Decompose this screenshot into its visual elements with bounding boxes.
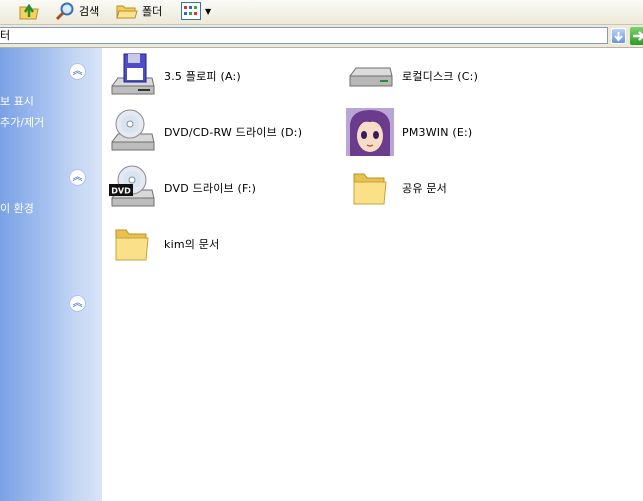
task-link-environment[interactable]: 이 환경 xyxy=(0,200,34,216)
folder-label: 공유 문서 xyxy=(402,182,447,195)
cd-drive-icon xyxy=(108,108,156,156)
folders-icon xyxy=(116,1,138,21)
views-icon xyxy=(181,2,201,20)
folder-icon xyxy=(108,220,156,268)
go-button[interactable] xyxy=(630,27,643,45)
folder-item-shared-documents[interactable]: 공유 문서 xyxy=(346,164,447,212)
folder-icon xyxy=(346,164,394,212)
collapse-button[interactable]: ︽ xyxy=(69,169,86,186)
anime-avatar-drive-icon xyxy=(346,108,394,156)
go-arrow-icon xyxy=(633,31,643,41)
folder-label: kim의 문서 xyxy=(164,238,220,251)
address-bar: 터 xyxy=(0,25,643,48)
double-chevron-up-icon: ︽ xyxy=(72,65,83,77)
up-folder-icon xyxy=(18,1,40,21)
chevron-down-icon: ▼ xyxy=(205,6,212,16)
double-chevron-up-icon: ︽ xyxy=(72,171,83,183)
views-button[interactable]: ▼ xyxy=(181,0,211,22)
collapse-button[interactable]: ︽ xyxy=(69,63,86,80)
drive-label: DVD 드라이브 (F:) xyxy=(164,182,257,195)
up-folder-button[interactable] xyxy=(18,0,40,22)
chevron-down-icon xyxy=(614,32,623,42)
search-label: 검색 xyxy=(79,5,100,18)
dvd-badge: DVD xyxy=(111,187,131,196)
dvd-drive-icon: DVD xyxy=(108,164,156,212)
address-input[interactable]: 터 xyxy=(0,27,608,44)
task-link-add-remove[interactable]: 추가/제거 xyxy=(0,114,44,130)
task-pane: ︽ 보 표시 추가/제거 ︽ 이 환경 ︽ xyxy=(0,48,102,501)
folders-label: 폴더 xyxy=(142,5,163,18)
folders-button[interactable]: 폴더 xyxy=(116,0,162,22)
drive-item-cd-rw[interactable]: DVD/CD-RW 드라이브 (D:) xyxy=(108,108,302,156)
folder-item-kim-documents[interactable]: kim의 문서 xyxy=(108,220,219,268)
drive-label: PM3WIN (E:) xyxy=(402,125,473,139)
drive-label: 로컬디스크 (C:) xyxy=(402,70,479,83)
drive-label: 3.5 플로피 (A:) xyxy=(164,70,241,83)
drive-item-pm3win[interactable]: PM3WIN (E:) xyxy=(346,108,472,156)
floppy-drive-icon xyxy=(108,52,156,100)
double-chevron-up-icon: ︽ xyxy=(72,297,83,309)
drive-label: DVD/CD-RW 드라이브 (D:) xyxy=(164,126,303,139)
drive-item-local-disk[interactable]: 로컬디스크 (C:) xyxy=(346,52,478,100)
drive-item-dvd[interactable]: DVD DVD 드라이브 (F:) xyxy=(108,164,256,212)
toolbar: 검색 폴더 ▼ xyxy=(0,0,643,25)
address-dropdown-button[interactable] xyxy=(611,28,626,44)
task-link-show[interactable]: 보 표시 xyxy=(0,93,34,109)
search-button[interactable]: 검색 xyxy=(55,0,99,22)
search-icon xyxy=(55,1,75,21)
collapse-button[interactable]: ︽ xyxy=(69,295,86,312)
drive-item-floppy[interactable]: 3.5 플로피 (A:) xyxy=(108,52,241,100)
hard-drive-icon xyxy=(346,52,394,100)
